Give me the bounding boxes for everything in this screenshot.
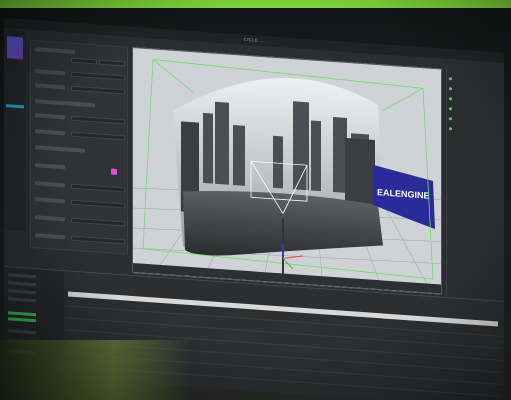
property-label — [35, 113, 65, 120]
property-field[interactable] — [71, 131, 125, 141]
selected-tool[interactable] — [6, 104, 24, 109]
item-dot — [449, 87, 452, 91]
track-row-selected[interactable] — [8, 311, 36, 317]
track-row[interactable] — [8, 281, 36, 287]
track-row-selected[interactable] — [8, 317, 36, 323]
property-field[interactable] — [71, 183, 125, 193]
property-field[interactable] — [71, 71, 125, 81]
track-row[interactable] — [8, 289, 36, 295]
property-field[interactable] — [71, 199, 125, 209]
details-panel — [30, 39, 128, 255]
property-field[interactable] — [71, 217, 125, 227]
viewport-scene: EALENGINE — [133, 59, 442, 295]
property-label — [35, 83, 65, 90]
item-dot — [449, 117, 452, 121]
property-label — [35, 163, 65, 170]
property-label — [35, 233, 65, 240]
property-label — [35, 69, 65, 76]
property-label — [35, 129, 65, 136]
property-field[interactable] — [71, 57, 97, 65]
property-field[interactable] — [99, 59, 125, 67]
foreground-desk — [0, 340, 190, 400]
item-dot — [449, 97, 452, 101]
outliner-panel — [446, 68, 504, 333]
item-dot — [449, 77, 452, 81]
pink-swatch-icon[interactable] — [111, 168, 117, 175]
property-label — [35, 197, 65, 204]
property-label — [35, 181, 65, 188]
left-toolbar — [4, 30, 26, 232]
3d-viewport[interactable]: EALENGINE — [132, 46, 442, 295]
item-dot — [449, 127, 452, 131]
section-header[interactable] — [35, 99, 95, 108]
track-row[interactable] — [8, 297, 36, 303]
item-dot — [449, 107, 452, 111]
details-header — [35, 47, 75, 54]
property-label — [35, 215, 65, 222]
track-row[interactable] — [8, 273, 36, 279]
property-field[interactable] — [71, 115, 125, 125]
section-header[interactable] — [35, 145, 85, 153]
background-green-wall — [0, 0, 511, 8]
thumbnail-icon[interactable] — [7, 36, 23, 60]
property-field[interactable] — [71, 85, 125, 95]
property-field[interactable] — [71, 235, 125, 245]
track-row[interactable] — [8, 329, 36, 335]
